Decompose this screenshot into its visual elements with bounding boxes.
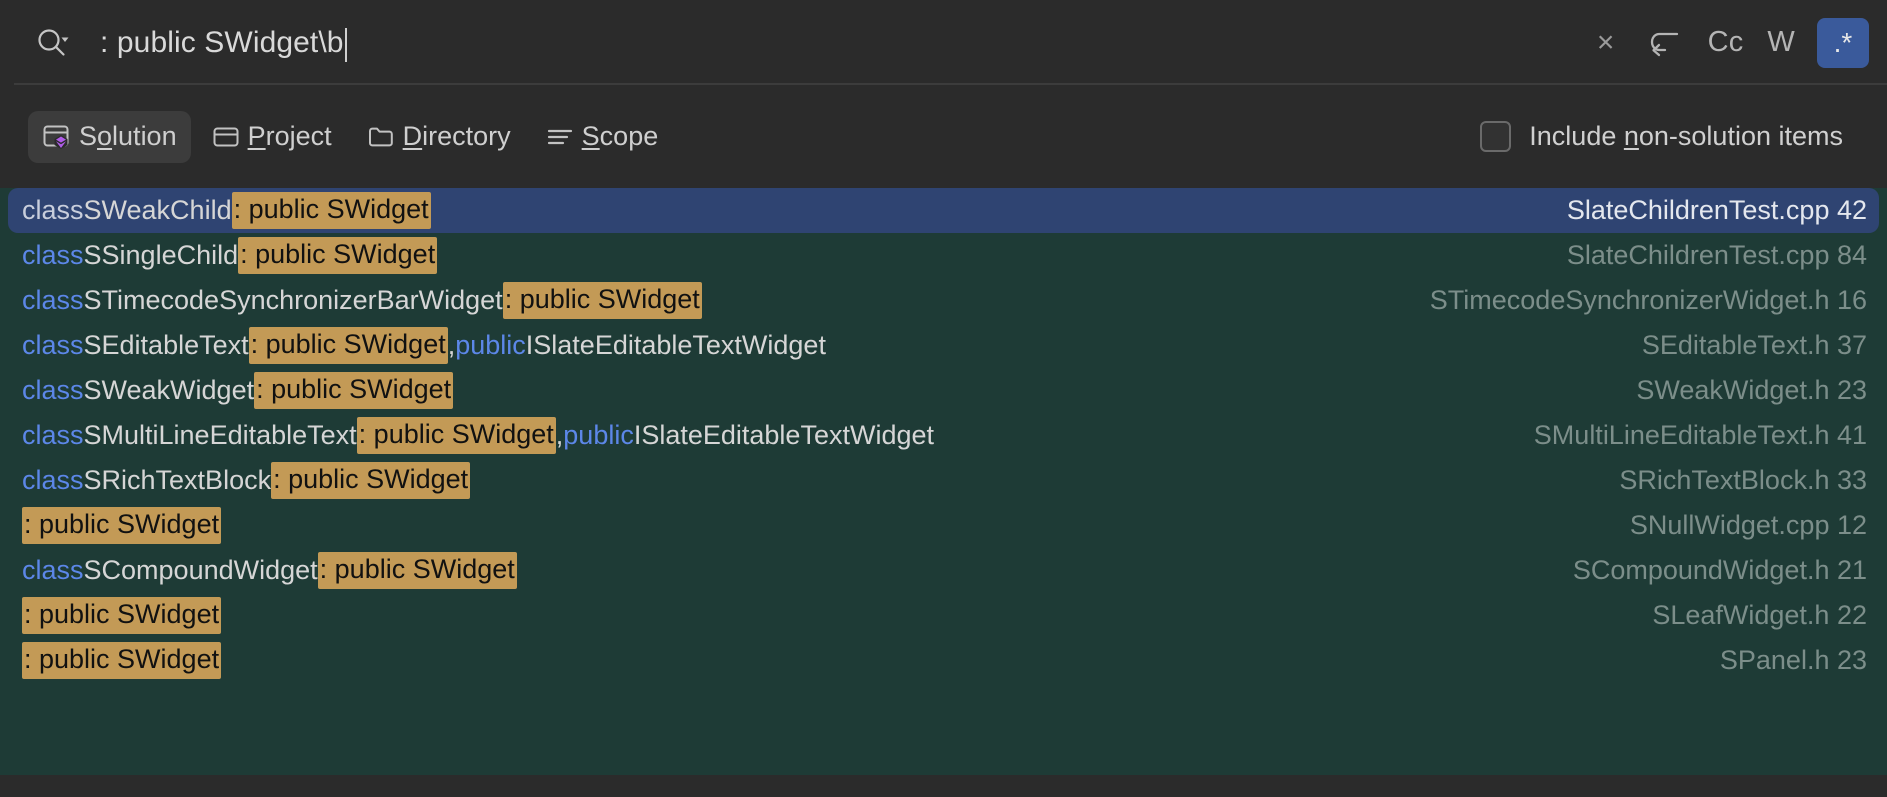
include-non-solution-items-row[interactable]: Include non-solution items <box>1480 121 1859 152</box>
code-identifier: SWeakChild <box>84 197 232 224</box>
filter-bar: Solution Project Directory <box>0 85 1887 188</box>
match-highlight: : public SWidget <box>503 282 702 319</box>
result-row[interactable]: class SWeakWidget : public SWidgetSWeakW… <box>0 368 1887 413</box>
whole-words-button[interactable]: W <box>1755 19 1807 67</box>
result-code: : public SWidget <box>22 642 221 679</box>
tab-solution[interactable]: Solution <box>28 111 191 163</box>
code-keyword: class <box>22 197 84 224</box>
match-highlight: : public SWidget <box>249 327 448 364</box>
result-row[interactable]: : public SWidget SNullWidget.cpp 12 <box>0 503 1887 548</box>
result-file-location: SPanel.h 23 <box>1680 645 1867 676</box>
search-everywhere-window: : public SWidget\b × Cc W .* <box>0 0 1887 797</box>
result-code: class SWeakChild : public SWidget <box>22 192 431 229</box>
code-identifier: , <box>556 422 564 449</box>
tab-scope-label: Scope <box>582 121 659 152</box>
filter-tabs: Solution Project Directory <box>28 111 672 163</box>
result-code: class SCompoundWidget : public SWidget <box>22 552 517 589</box>
include-non-solution-items-checkbox[interactable] <box>1480 121 1511 152</box>
match-highlight: : public SWidget <box>254 372 453 409</box>
result-code: class SMultiLineEditableText : public SW… <box>22 417 934 454</box>
code-keyword: class <box>22 557 84 584</box>
search-input-value: : public SWidget\b <box>100 28 344 58</box>
match-highlight: : public SWidget <box>22 597 221 634</box>
result-row[interactable]: class STimecodeSynchronizerBarWidget : p… <box>0 278 1887 323</box>
code-identifier: STimecodeSynchronizerBarWidget <box>84 287 503 314</box>
tab-project-label: Project <box>248 121 332 152</box>
code-identifier: SEditableText <box>84 332 249 359</box>
code-identifier: SRichTextBlock <box>84 467 272 494</box>
result-file-location: SCompoundWidget.h 21 <box>1533 555 1867 586</box>
result-row[interactable]: class SMultiLineEditableText : public SW… <box>0 413 1887 458</box>
search-input[interactable]: : public SWidget\b <box>78 26 1578 60</box>
tab-project[interactable]: Project <box>197 111 346 163</box>
clear-search-icon[interactable]: × <box>1578 19 1634 67</box>
result-code: : public SWidget <box>22 507 221 544</box>
code-identifier: SCompoundWidget <box>84 557 318 584</box>
result-code: class SEditableText : public SWidget, pu… <box>22 327 826 364</box>
code-keyword: class <box>22 422 84 449</box>
match-highlight: : public SWidget <box>271 462 470 499</box>
search-history-icon[interactable] <box>1634 19 1696 67</box>
solution-window-icon <box>42 122 72 152</box>
code-identifier: SSingleChild <box>84 242 239 269</box>
include-non-solution-items-label: Include non-solution items <box>1529 121 1843 152</box>
match-highlight: : public SWidget <box>238 237 437 274</box>
result-row[interactable]: class SRichTextBlock : public SWidgetSRi… <box>0 458 1887 503</box>
result-row[interactable]: class SEditableText : public SWidget, pu… <box>0 323 1887 368</box>
result-code: class STimecodeSynchronizerBarWidget : p… <box>22 282 702 319</box>
tab-solution-label: Solution <box>79 121 177 152</box>
match-highlight: : public SWidget <box>22 642 221 679</box>
match-highlight: : public SWidget <box>232 192 431 229</box>
search-results-list[interactable]: class SWeakChild : public SWidget SlateCh… <box>0 188 1887 775</box>
search-bar-divider <box>14 83 1887 85</box>
result-code: : public SWidget <box>22 597 221 634</box>
result-file-location: STimecodeSynchronizerWidget.h 16 <box>1390 285 1867 316</box>
project-window-icon <box>211 122 241 152</box>
folder-icon <box>366 122 396 152</box>
result-file-location: SLeafWidget.h 22 <box>1612 600 1867 631</box>
tab-scope[interactable]: Scope <box>531 111 673 163</box>
code-keyword: class <box>22 332 84 359</box>
match-highlight: : public SWidget <box>357 417 556 454</box>
code-identifier: ISlateEditableTextWidget <box>526 332 826 359</box>
result-file-location: SlateChildrenTest.cpp 84 <box>1527 240 1867 271</box>
result-file-location: SEditableText.h 37 <box>1602 330 1867 361</box>
tab-directory[interactable]: Directory <box>352 111 525 163</box>
result-code: class SSingleChild : public SWidget <box>22 237 437 274</box>
code-identifier: SMultiLineEditableText <box>84 422 357 449</box>
result-file-location: SWeakWidget.h 23 <box>1596 375 1867 406</box>
result-row[interactable]: class SCompoundWidget : public SWidgetSC… <box>0 548 1887 593</box>
result-file-location: SlateChildrenTest.cpp 42 <box>1527 195 1867 226</box>
scope-lines-icon <box>545 122 575 152</box>
result-code: class SWeakWidget : public SWidget <box>22 372 453 409</box>
code-identifier: ISlateEditableTextWidget <box>634 422 934 449</box>
result-file-location: SRichTextBlock.h 33 <box>1579 465 1867 496</box>
code-identifier: SWeakWidget <box>84 377 255 404</box>
code-keyword: class <box>22 242 84 269</box>
code-keyword: public <box>455 332 526 359</box>
match-highlight: : public SWidget <box>318 552 517 589</box>
result-code: class SRichTextBlock : public SWidget <box>22 462 470 499</box>
result-row[interactable]: : public SWidget SLeafWidget.h 22 <box>0 593 1887 638</box>
text-caret <box>345 28 347 62</box>
code-keyword: class <box>22 377 84 404</box>
code-keyword: class <box>22 287 84 314</box>
code-keyword: public <box>563 422 634 449</box>
search-actions: × Cc W .* <box>1578 18 1869 68</box>
result-row[interactable]: class SSingleChild : public SWidget Slate… <box>0 233 1887 278</box>
result-row[interactable]: class SWeakChild : public SWidget SlateCh… <box>8 188 1879 233</box>
search-icon[interactable] <box>26 19 78 67</box>
search-bar: : public SWidget\b × Cc W .* <box>0 0 1887 85</box>
regex-toggle-button[interactable]: .* <box>1817 18 1869 68</box>
match-case-button[interactable]: Cc <box>1696 19 1756 67</box>
match-highlight: : public SWidget <box>22 507 221 544</box>
code-identifier: , <box>448 332 456 359</box>
result-file-location: SMultiLineEditableText.h 41 <box>1494 420 1867 451</box>
tab-directory-label: Directory <box>403 121 511 152</box>
result-row[interactable]: : public SWidget SPanel.h 23 <box>0 638 1887 683</box>
bottom-strip <box>0 775 1887 797</box>
code-keyword: class <box>22 467 84 494</box>
result-file-location: SNullWidget.cpp 12 <box>1590 510 1867 541</box>
